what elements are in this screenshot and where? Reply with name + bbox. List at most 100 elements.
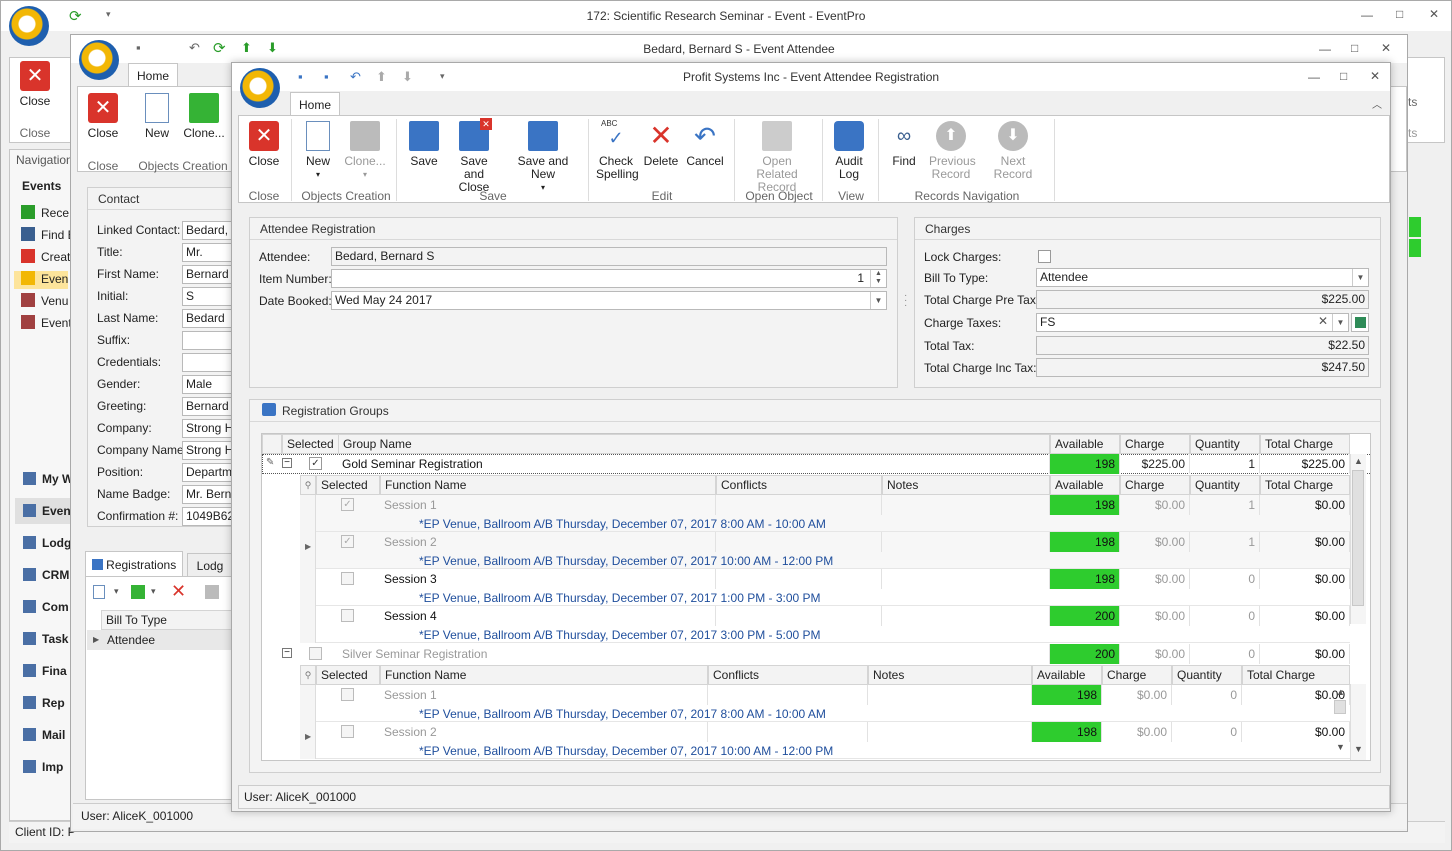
contact-field-input[interactable]: Bernard B (182, 397, 234, 416)
save-and-close-button[interactable]: ✕ Save and Close (446, 118, 502, 194)
session-selected-checkbox[interactable] (341, 688, 354, 701)
sub-column-header[interactable]: Notes (868, 665, 1032, 685)
contact-field-input[interactable]: Strong He (182, 441, 234, 460)
contact-field-input[interactable]: Bedard (182, 309, 234, 328)
session-selected-checkbox[interactable] (341, 609, 354, 622)
session-name-cell[interactable]: Session 4 (380, 606, 716, 626)
up-arrow-icon[interactable]: ⬆ (376, 69, 387, 85)
chevron-down-icon[interactable]: ▼ (1352, 269, 1368, 286)
events-nav-item[interactable]: Even (14, 271, 68, 289)
sub-column-header[interactable]: Available (1050, 475, 1120, 495)
item-number-spinner[interactable]: 1 ▲ ▼ (331, 269, 887, 288)
check-spelling-button[interactable]: ABC ✓ Check Spelling (594, 119, 639, 181)
contact-field-input[interactable] (182, 331, 234, 350)
splitter-handle[interactable]: · · · (904, 291, 907, 311)
sub-column-header[interactable]: Charge (1120, 475, 1190, 495)
close-button[interactable]: ✕ Close (244, 121, 284, 168)
delete-button[interactable]: ✕ Delete (640, 121, 682, 168)
scroll-down-icon[interactable]: ▼ (1354, 744, 1363, 754)
main-close-button[interactable]: ✕ Close (15, 61, 55, 108)
tab-registrations[interactable]: Registrations (85, 551, 183, 577)
session-selected-checkbox[interactable]: ✓ (341, 535, 354, 548)
contact-field-input[interactable]: Male (182, 375, 234, 394)
attendee-maximize-button[interactable]: □ (1351, 41, 1358, 55)
add-group-icon[interactable] (131, 585, 145, 599)
contact-field-input[interactable] (182, 353, 234, 372)
group-selected-checkbox[interactable]: ✓ (309, 457, 322, 470)
down-arrow-icon[interactable]: ⬇ (267, 40, 278, 56)
scroll-up-icon[interactable]: ▲ (1336, 687, 1345, 697)
sub-column-header[interactable]: Conflicts (716, 475, 882, 495)
app-logo[interactable] (9, 6, 49, 46)
events-nav-item[interactable]: Venu (21, 293, 68, 308)
grid-column-header[interactable]: Charge (1120, 434, 1190, 454)
sub-column-header[interactable]: Selected (316, 475, 380, 495)
sub-column-header[interactable]: Available (1032, 665, 1102, 685)
contact-field-input[interactable]: Mr. (182, 243, 234, 262)
group-selected-checkbox[interactable] (309, 647, 322, 660)
print-icon[interactable] (205, 585, 219, 599)
module-nav-item[interactable]: Imp (23, 760, 63, 774)
module-nav-item[interactable]: Task (23, 632, 68, 646)
module-nav-item[interactable]: Mail (23, 728, 65, 742)
attendee-field[interactable]: Bedard, Bernard S (331, 247, 887, 266)
grid-column-header[interactable]: Selected (282, 434, 342, 454)
session-selected-checkbox[interactable] (341, 725, 354, 738)
sub-column-header[interactable]: Function Name (380, 475, 716, 495)
registration-logo[interactable] (240, 68, 280, 108)
add-group-dropdown-icon[interactable]: ▾ (151, 586, 156, 597)
scroll-thumb[interactable] (1352, 470, 1364, 606)
undo-icon[interactable]: ↶ (350, 69, 361, 85)
refresh-icon[interactable]: ⟳ (69, 7, 82, 25)
scroll-up-icon[interactable]: ▲ (1354, 456, 1363, 466)
minimize-button[interactable]: — (1361, 8, 1373, 22)
session-notes-cell[interactable] (882, 569, 1050, 589)
next-record-button[interactable]: ⬇ Next Record (980, 121, 1046, 181)
session-notes-cell[interactable] (868, 722, 1032, 742)
events-nav-item[interactable]: Find E (21, 227, 76, 242)
maximize-button[interactable]: □ (1396, 7, 1403, 21)
clone-button[interactable]: Clone... ▾ (342, 121, 388, 181)
contact-field-input[interactable]: S (182, 287, 234, 306)
events-nav-item[interactable]: Rece (21, 205, 69, 220)
scroll-down-icon[interactable]: ▼ (1336, 742, 1345, 752)
save-button[interactable]: Save (404, 121, 444, 168)
date-booked-field[interactable]: Wed May 24 2017 ▼ (331, 291, 887, 310)
scroll-thumb[interactable] (1334, 700, 1346, 714)
session-notes-cell[interactable] (882, 495, 1050, 515)
contact-field-input[interactable]: Departme (182, 463, 234, 482)
sub-column-header[interactable]: Notes (882, 475, 1050, 495)
save-icon[interactable]: ▪ (298, 69, 303, 84)
registration-minimize-button[interactable]: — (1308, 70, 1320, 84)
sub-column-header[interactable]: Conflicts (708, 665, 868, 685)
session-name-cell[interactable]: Session 1 (380, 685, 708, 705)
module-nav-item[interactable]: Lodg (23, 536, 71, 550)
clear-icon[interactable]: ✕ (1318, 315, 1328, 328)
down-arrow-icon[interactable]: ⬇ (402, 69, 413, 85)
group-name-cell[interactable]: Gold Seminar Registration (338, 454, 1050, 474)
module-nav-item[interactable]: Com (23, 600, 69, 614)
events-nav-item[interactable]: Creat (21, 249, 70, 264)
session-conflicts-cell[interactable] (716, 495, 882, 515)
grid-column-header[interactable]: Available (1050, 434, 1120, 454)
cancel-button[interactable]: ↶ Cancel (684, 121, 726, 168)
qat-dropdown-icon[interactable]: ▾ (106, 9, 111, 20)
audit-log-button[interactable]: Audit Log (828, 121, 870, 181)
row-expand-icon[interactable]: ▶ (305, 732, 311, 741)
attendee-minimize-button[interactable]: — (1319, 42, 1331, 56)
session-name-cell[interactable]: Session 1 (380, 495, 716, 515)
grid-header-bill-to-type[interactable]: Bill To Type (101, 610, 235, 630)
save-and-new-button[interactable]: Save and New ▾ (504, 121, 582, 194)
attendee-tab-home[interactable]: Home (128, 63, 178, 87)
sub-column-header[interactable]: Function Name (380, 665, 708, 685)
contact-field-input[interactable]: Bedard, B (182, 221, 234, 240)
contact-field-input[interactable]: 1049B624 (182, 507, 234, 526)
chevron-down-icon[interactable]: ▼ (1332, 314, 1348, 331)
registration-close-window-button[interactable]: ✕ (1370, 69, 1380, 83)
add-dropdown-icon[interactable]: ▾ (114, 586, 119, 597)
collapse-toggle-icon[interactable]: − (282, 458, 292, 468)
module-nav-item[interactable]: CRM (23, 568, 69, 582)
sub-column-header[interactable]: Charge (1102, 665, 1172, 685)
group-name-cell[interactable]: Silver Seminar Registration (338, 644, 1050, 664)
add-registration-icon[interactable] (93, 585, 105, 599)
